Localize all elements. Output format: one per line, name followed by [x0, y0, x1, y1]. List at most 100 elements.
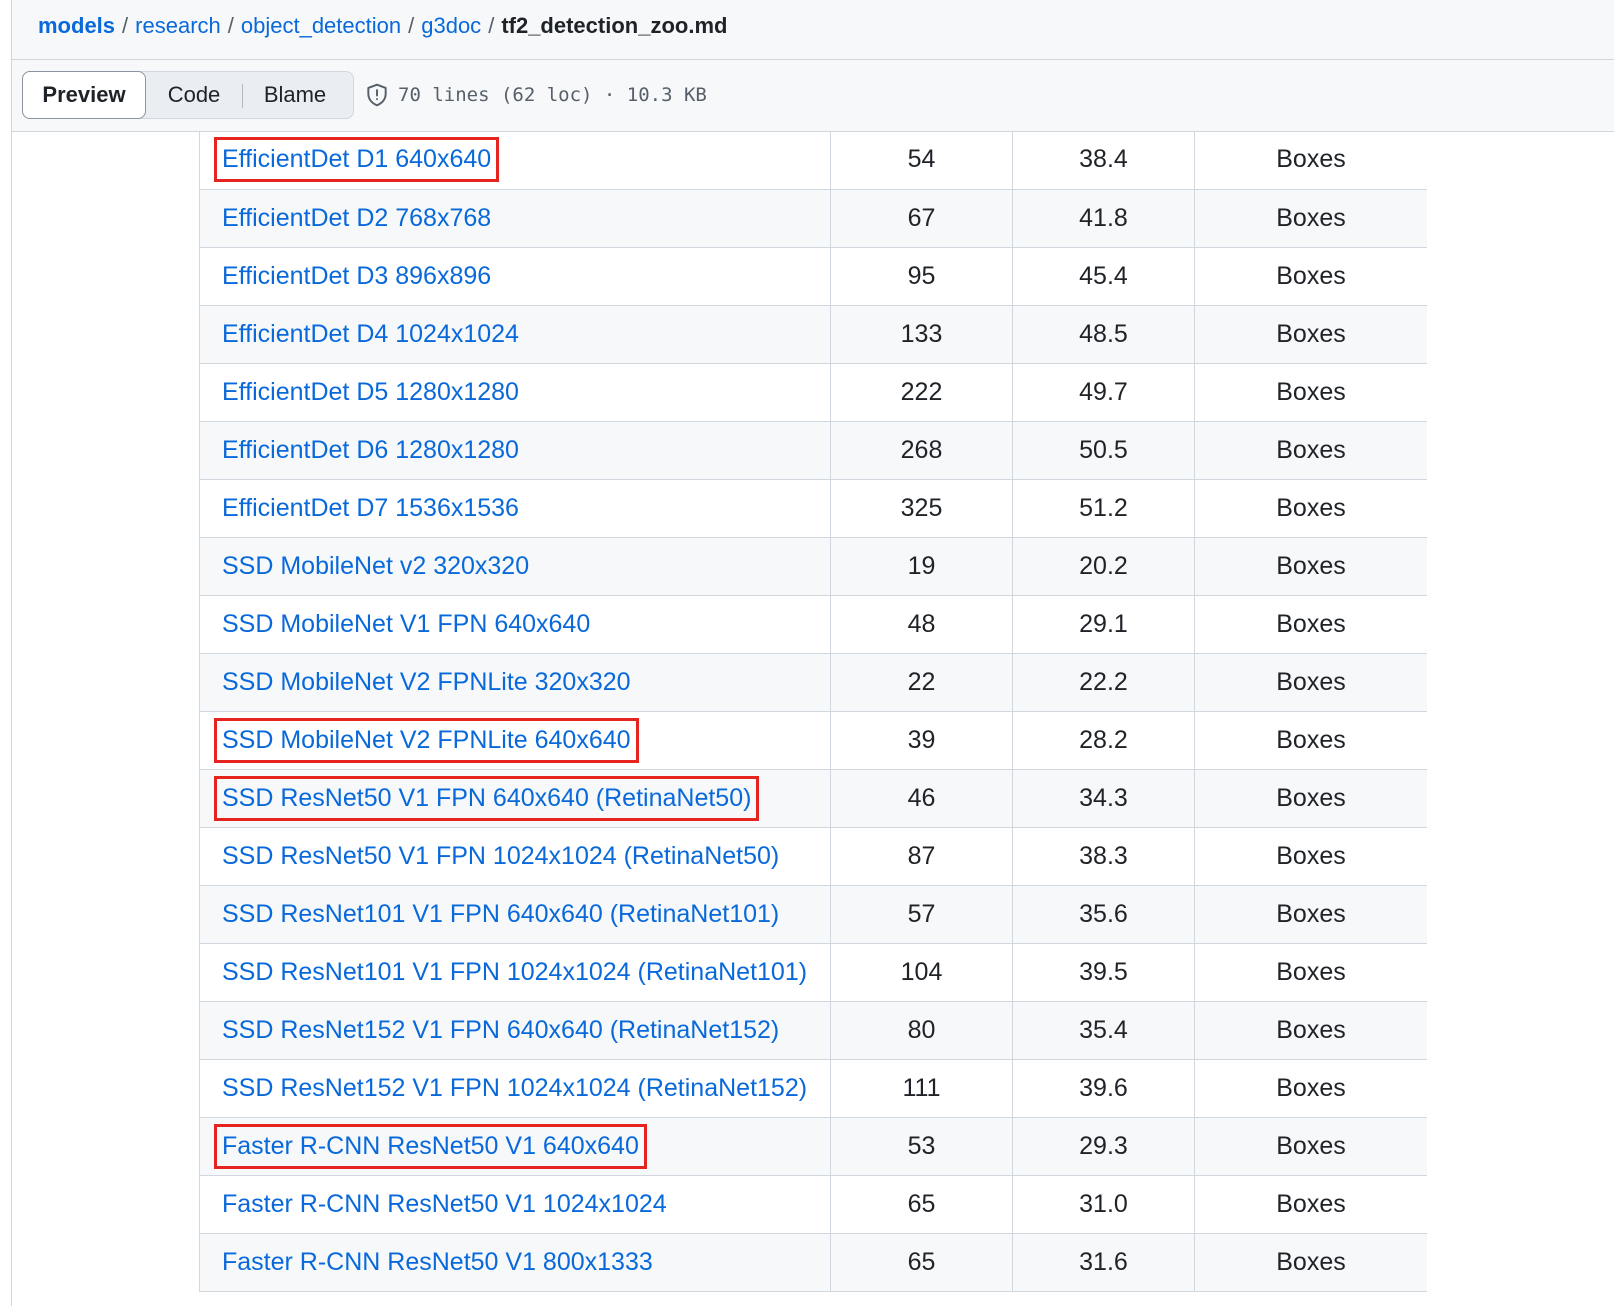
- model-name-cell: EfficientDet D2 768x768: [199, 188, 831, 248]
- breadcrumb-separator: /: [122, 13, 129, 38]
- table-row: SSD ResNet152 V1 FPN 1024x1024 (RetinaNe…: [199, 1058, 1427, 1118]
- model-name-cell: EfficientDet D1 640x640: [199, 131, 831, 190]
- outputs-cell: Boxes: [1194, 246, 1427, 306]
- blame-button[interactable]: Blame: [243, 72, 347, 118]
- breadcrumb-research[interactable]: research: [135, 13, 221, 39]
- breadcrumb-models[interactable]: models: [38, 13, 115, 39]
- table-row: EfficientDet D2 768x768 67 41.8 Boxes: [199, 188, 1427, 248]
- outputs-cell: Boxes: [1194, 1232, 1427, 1292]
- model-link[interactable]: EfficientDet D3 896x896: [222, 262, 491, 291]
- code-button[interactable]: Code: [145, 72, 243, 118]
- highlighted-model-link[interactable]: SSD MobileNet V2 FPNLite 640x640: [214, 717, 639, 763]
- outputs-cell: Boxes: [1194, 826, 1427, 886]
- table-row: SSD MobileNet V1 FPN 640x640 48 29.1 Boxes: [199, 594, 1427, 654]
- outputs-cell: Boxes: [1194, 362, 1427, 422]
- table-row: EfficientDet D3 896x896 95 45.4 Boxes: [199, 246, 1427, 306]
- speed-cell: 95: [830, 246, 1013, 306]
- model-name-cell: SSD MobileNet V2 FPNLite 640x640: [199, 710, 831, 770]
- model-link[interactable]: SSD ResNet101 V1 FPN 1024x1024 (RetinaNe…: [222, 958, 807, 987]
- file-info: 70 lines (62 loc) · 10.3 KB: [364, 80, 707, 110]
- model-link[interactable]: EfficientDet D2 768x768: [222, 204, 491, 233]
- model-link[interactable]: Faster R-CNN ResNet50 V1 1024x1024: [222, 1190, 667, 1219]
- breadcrumb-object-detection[interactable]: object_detection: [241, 13, 401, 39]
- speed-cell: 67: [830, 188, 1013, 248]
- model-link[interactable]: SSD MobileNet V1 FPN 640x640: [222, 610, 590, 639]
- model-link[interactable]: SSD MobileNet V2 FPNLite 320x320: [222, 668, 631, 697]
- speed-cell: 104: [830, 942, 1013, 1002]
- model-link[interactable]: SSD ResNet152 V1 FPN 1024x1024 (RetinaNe…: [222, 1074, 807, 1103]
- outputs-cell: Boxes: [1194, 188, 1427, 248]
- model-zoo-table: EfficientDet D1 640x640 54 38.4 Boxes Effici…: [199, 131, 1427, 1292]
- shield-icon[interactable]: [364, 82, 390, 108]
- speed-cell: 65: [830, 1174, 1013, 1234]
- outputs-cell: Boxes: [1194, 652, 1427, 712]
- highlighted-model-link[interactable]: Faster R-CNN ResNet50 V1 640x640: [214, 1123, 647, 1169]
- table-row: Faster R-CNN ResNet50 V1 640x640 53 29.3 Bo…: [199, 1116, 1427, 1176]
- table-row: Faster R-CNN ResNet50 V1 800x1333 65 31.6 B…: [199, 1232, 1427, 1292]
- breadcrumb-g3doc[interactable]: g3doc: [421, 13, 481, 39]
- model-name-cell: SSD ResNet101 V1 FPN 1024x1024 (RetinaNe…: [199, 942, 831, 1002]
- table-row: SSD ResNet101 V1 FPN 1024x1024 (RetinaNe…: [199, 942, 1427, 1002]
- highlighted-model-link[interactable]: SSD ResNet50 V1 FPN 640x640 (RetinaNet50…: [213, 775, 760, 821]
- coco-map-cell: 34.3: [1012, 768, 1195, 828]
- view-mode-switcher: Preview Code Blame: [22, 71, 354, 119]
- speed-cell: 268: [830, 420, 1013, 480]
- model-table-container: EfficientDet D1 640x640 54 38.4 Boxes Effici…: [199, 131, 1427, 1306]
- breadcrumb: models / research / object_detection / g…: [38, 10, 727, 42]
- speed-cell: 54: [830, 131, 1013, 190]
- outputs-cell: Boxes: [1194, 536, 1427, 596]
- table-row: Faster R-CNN ResNet50 V1 1024x1024 65 31.0…: [199, 1174, 1427, 1234]
- table-row: EfficientDet D4 1024x1024 133 48.5 Boxes: [199, 304, 1427, 364]
- model-link[interactable]: EfficientDet D6 1280x1280: [222, 436, 519, 465]
- outputs-cell: Boxes: [1194, 131, 1427, 190]
- coco-map-cell: 35.6: [1012, 884, 1195, 944]
- outputs-cell: Boxes: [1194, 1174, 1427, 1234]
- outputs-cell: Boxes: [1194, 1000, 1427, 1060]
- table-row: SSD ResNet50 V1 FPN 1024x1024 (RetinaNet…: [199, 826, 1427, 886]
- model-link[interactable]: SSD ResNet50 V1 FPN 1024x1024 (RetinaNet…: [222, 842, 779, 871]
- outputs-cell: Boxes: [1194, 942, 1427, 1002]
- table-row: SSD ResNet101 V1 FPN 640x640 (RetinaNet1…: [199, 884, 1427, 944]
- table-row: SSD MobileNet v2 320x320 19 20.2 Boxes: [199, 536, 1427, 596]
- outputs-cell: Boxes: [1194, 594, 1427, 654]
- coco-map-cell: 22.2: [1012, 652, 1195, 712]
- page-left-border: [11, 0, 12, 1306]
- outputs-cell: Boxes: [1194, 1116, 1427, 1176]
- coco-map-cell: 31.0: [1012, 1174, 1195, 1234]
- model-link[interactable]: EfficientDet D7 1536x1536: [222, 494, 519, 523]
- coco-map-cell: 38.4: [1012, 131, 1195, 190]
- model-link[interactable]: Faster R-CNN ResNet50 V1 800x1333: [222, 1248, 653, 1277]
- coco-map-cell: 51.2: [1012, 478, 1195, 538]
- speed-cell: 111: [830, 1058, 1013, 1118]
- model-name-cell: Faster R-CNN ResNet50 V1 1024x1024: [199, 1174, 831, 1234]
- model-name-cell: SSD MobileNet V2 FPNLite 320x320: [199, 652, 831, 712]
- speed-cell: 46: [830, 768, 1013, 828]
- speed-cell: 222: [830, 362, 1013, 422]
- model-link[interactable]: SSD ResNet101 V1 FPN 640x640 (RetinaNet1…: [222, 900, 779, 929]
- coco-map-cell: 20.2: [1012, 536, 1195, 596]
- outputs-cell: Boxes: [1194, 420, 1427, 480]
- outputs-cell: Boxes: [1194, 304, 1427, 364]
- model-name-cell: SSD ResNet101 V1 FPN 640x640 (RetinaNet1…: [199, 884, 831, 944]
- preview-button[interactable]: Preview: [22, 71, 146, 119]
- model-link[interactable]: EfficientDet D4 1024x1024: [222, 320, 519, 349]
- table-row: SSD MobileNet V2 FPNLite 320x320 22 22.2 Bo…: [199, 652, 1427, 712]
- coco-map-cell: 50.5: [1012, 420, 1195, 480]
- speed-cell: 57: [830, 884, 1013, 944]
- table-row: SSD MobileNet V2 FPNLite 640x640 39 28.2 Bo…: [199, 710, 1427, 770]
- coco-map-cell: 39.6: [1012, 1058, 1195, 1118]
- model-link[interactable]: SSD ResNet152 V1 FPN 640x640 (RetinaNet1…: [222, 1016, 779, 1045]
- model-name-cell: EfficientDet D5 1280x1280: [199, 362, 831, 422]
- outputs-cell: Boxes: [1194, 710, 1427, 770]
- breadcrumb-separator: /: [408, 13, 415, 38]
- model-name-cell: Faster R-CNN ResNet50 V1 640x640: [199, 1116, 831, 1176]
- highlighted-model-link[interactable]: EfficientDet D1 640x640: [213, 137, 500, 183]
- model-link[interactable]: SSD MobileNet v2 320x320: [222, 552, 529, 581]
- model-link[interactable]: EfficientDet D5 1280x1280: [222, 378, 519, 407]
- coco-map-cell: 29.3: [1012, 1116, 1195, 1176]
- file-stats: 70 lines (62 loc) · 10.3 KB: [398, 84, 707, 106]
- coco-map-cell: 31.6: [1012, 1232, 1195, 1292]
- model-name-cell: EfficientDet D6 1280x1280: [199, 420, 831, 480]
- coco-map-cell: 29.1: [1012, 594, 1195, 654]
- table-row: EfficientDet D7 1536x1536 325 51.2 Boxes: [199, 478, 1427, 538]
